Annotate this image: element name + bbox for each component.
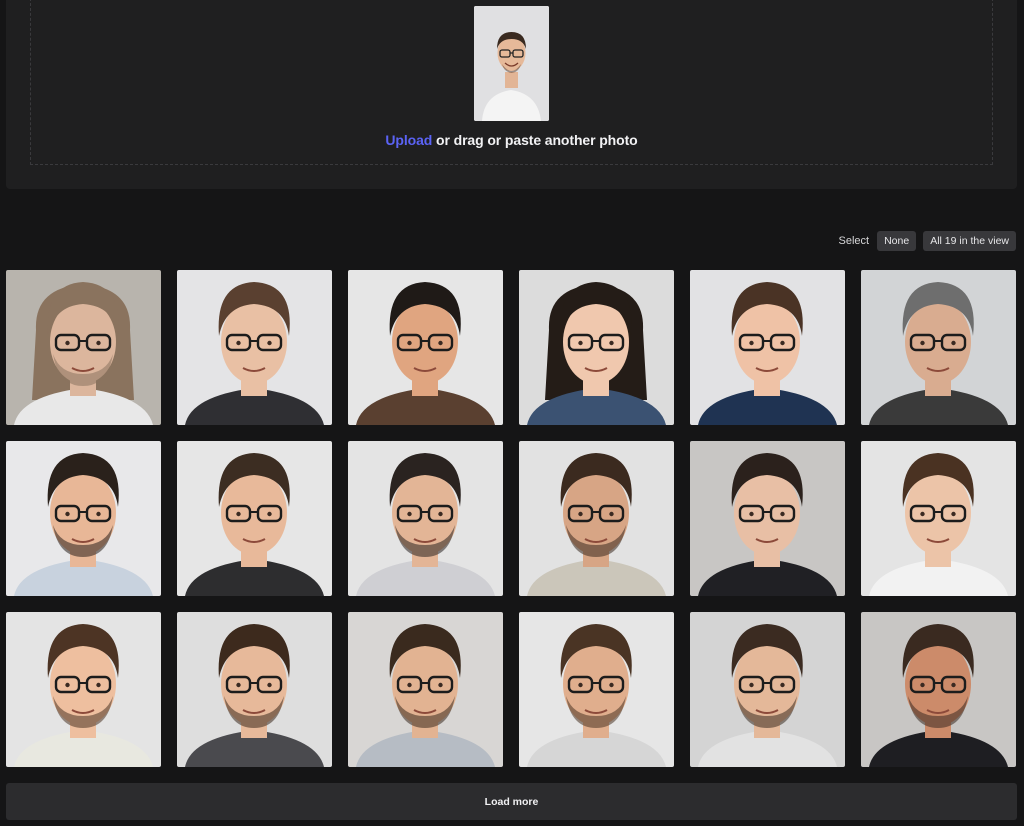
face-portrait [519,270,674,425]
face-portrait [861,612,1016,767]
result-photo-tile[interactable] [6,270,161,425]
result-photo-tile[interactable] [519,441,674,596]
upload-instructions: Upload or drag or paste another photo [6,132,1017,148]
result-photo-tile[interactable] [348,270,503,425]
face-portrait [6,270,161,425]
result-photo-tile[interactable] [348,441,503,596]
result-photo-tile[interactable] [861,612,1016,767]
result-photo-tile[interactable] [690,270,845,425]
result-photo-tile[interactable] [6,612,161,767]
upload-link[interactable]: Upload [385,132,432,148]
face-portrait [177,612,332,767]
result-photo-tile[interactable] [6,441,161,596]
result-photo-tile[interactable] [690,441,845,596]
face-portrait [861,270,1016,425]
results-grid [6,270,1016,767]
upload-hint-text: or drag or paste another photo [432,132,638,148]
face-portrait [519,441,674,596]
face-portrait [348,612,503,767]
result-photo-tile[interactable] [177,612,332,767]
face-portrait [861,441,1016,596]
upload-panel: Upload or drag or paste another photo [6,0,1017,189]
face-portrait [519,612,674,767]
select-all-button[interactable]: All 19 in the view [923,231,1016,251]
result-photo-tile[interactable] [690,612,845,767]
face-portrait [177,270,332,425]
result-photo-tile[interactable] [861,270,1016,425]
select-none-button[interactable]: None [877,231,917,251]
face-portrait [177,441,332,596]
select-label: Select [838,235,870,247]
face-portrait [690,612,845,767]
face-portrait [348,441,503,596]
face-portrait [690,441,845,596]
face-portrait [6,612,161,767]
result-photo-tile[interactable] [177,270,332,425]
result-photo-tile[interactable] [861,441,1016,596]
uploaded-photo-preview [474,6,549,121]
result-photo-tile[interactable] [177,441,332,596]
result-photo-tile[interactable] [348,612,503,767]
face-portrait [6,441,161,596]
face-portrait [690,270,845,425]
result-photo-tile[interactable] [519,270,674,425]
face-portrait [348,270,503,425]
result-photo-tile[interactable] [519,612,674,767]
load-more-button[interactable]: Load more [6,783,1017,820]
selection-toolbar: Select None All 19 in the view [839,231,1016,251]
